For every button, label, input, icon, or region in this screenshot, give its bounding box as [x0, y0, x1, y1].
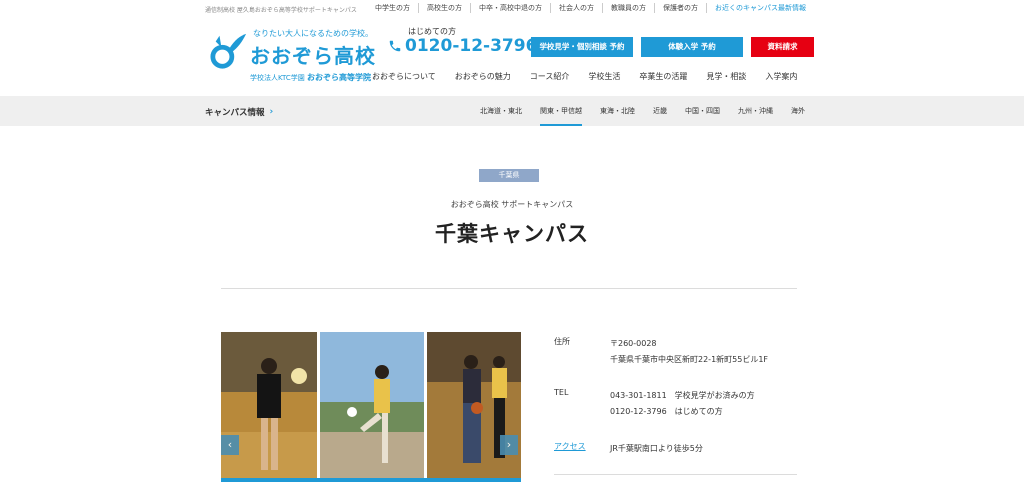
trial-enrollment-button[interactable]: 体験入学 予約	[641, 37, 743, 57]
logo-school-name: おおぞら高校	[250, 44, 376, 68]
info-divider	[554, 474, 797, 475]
tel-first-time: 0120-12-3796 はじめての方	[610, 407, 723, 416]
slider-next-button[interactable]: ›	[500, 435, 518, 455]
slider-progress-bar	[221, 478, 521, 482]
tel-existing: 043-301-1811 学校見学がお済みの方	[610, 391, 755, 400]
photo-soccer	[320, 332, 424, 478]
logo-subtitle: 学校法人KTC学園 おおぞら高等学院	[250, 72, 371, 83]
nav-about[interactable]: おおぞらについて	[372, 71, 436, 82]
region-tabs: 北海道・東北 関東・甲信越 東海・北陸 近畿 中国・四国 九州・沖縄 海外	[471, 96, 814, 126]
prefecture-badge: 千葉県	[479, 169, 539, 182]
region-tab-kinki[interactable]: 近畿	[644, 96, 676, 126]
section-divider	[221, 288, 797, 289]
chevron-right-icon: ›	[269, 107, 274, 117]
campus-subtitle: おおぞら高校 サポートキャンパス	[450, 200, 574, 209]
phone-number-link[interactable]: 0120-12-3796	[388, 36, 537, 56]
logo-mark-icon	[210, 33, 247, 69]
visit-consultation-button[interactable]: 学校見学・個別相談 予約	[531, 37, 633, 57]
tel-label: TEL	[554, 388, 569, 397]
audience-link-dropout[interactable]: 中卒・高校中退の方	[470, 3, 550, 13]
audience-link-junior-high[interactable]: 中学生の方	[367, 3, 418, 13]
address-text: 千葉県千葉市中央区新町22-1新町55ビル1F	[610, 355, 769, 364]
audience-link-teacher[interactable]: 教職員の方	[602, 3, 654, 13]
phone-number: 0120-12-3796	[405, 36, 538, 56]
nav-appeal[interactable]: おおぞらの魅力	[455, 71, 511, 82]
request-brochure-button[interactable]: 資料請求	[751, 37, 814, 57]
nav-admission[interactable]: 入学案内	[765, 71, 797, 82]
audience-link-parent[interactable]: 保護者の方	[654, 3, 706, 13]
site-tagline: 通信制高校 屋久島おおぞら高等学校サポートキャンパス	[205, 7, 357, 14]
region-tab-chugoku-shikoku[interactable]: 中国・四国	[676, 96, 729, 126]
access-link[interactable]: アクセス	[554, 441, 586, 452]
top-utility-bar: 通信制高校 屋久島おおぞら高等学校サポートキャンパス 中学生の方 高校生の方 中…	[0, 0, 1024, 18]
logo-slogan: なりたい大人になるための学校。	[253, 29, 373, 38]
photo-basketball	[427, 332, 521, 478]
nav-visit[interactable]: 見学・相談	[706, 71, 746, 82]
nav-school-life[interactable]: 学校生活	[588, 71, 620, 82]
phone-icon	[389, 40, 401, 52]
main-nav: おおぞらについて おおぞらの魅力 コース紹介 学校生活 卒業生の活躍 見学・相談…	[372, 71, 816, 82]
campus-news-link[interactable]: お近くのキャンパス最新情報	[706, 3, 814, 13]
region-tab-hokkaido-tohoku[interactable]: 北海道・東北	[471, 96, 531, 126]
campus-info-label: キャンパス情報	[205, 108, 265, 118]
postal-code: 〒260-0028	[610, 339, 657, 348]
address-label: 住所	[554, 337, 570, 346]
page-title: 千葉キャンパス	[435, 222, 589, 246]
nav-courses[interactable]: コース紹介	[530, 71, 570, 82]
region-tab-overseas[interactable]: 海外	[782, 96, 814, 126]
audience-link-high-school[interactable]: 高校生の方	[418, 3, 470, 13]
logo-subtitle-prefix: 学校法人KTC学園	[250, 74, 305, 82]
campus-info-link[interactable]: キャンパス情報 ›	[205, 106, 273, 118]
site-header: なりたい大人になるための学校。 おおぞら高校 学校法人KTC学園 おおぞら高等学…	[0, 18, 1024, 96]
address-value: 〒260-0028 千葉県千葉市中央区新町22-1新町55ビル1F	[610, 336, 768, 368]
region-tab-kyushu-okinawa[interactable]: 九州・沖縄	[729, 96, 782, 126]
region-tab-tokai-hokuriku[interactable]: 東海・北陸	[591, 96, 644, 126]
campus-photo-slider[interactable]: ‹ ›	[221, 332, 521, 482]
campus-nav-bar: キャンパス情報 › 北海道・東北 関東・甲信越 東海・北陸 近畿 中国・四国 九…	[0, 96, 1024, 126]
tel-value: 043-301-1811 学校見学がお済みの方 0120-12-3796 はじめ…	[610, 388, 755, 420]
site-logo[interactable]: なりたい大人になるための学校。 おおぞら高校 学校法人KTC学園 おおぞら高等学…	[210, 26, 375, 82]
photo-volleyball	[221, 332, 317, 478]
nav-graduates[interactable]: 卒業生の活躍	[639, 71, 687, 82]
logo-subtitle-name: おおぞら高等学院	[307, 73, 372, 82]
slider-prev-button[interactable]: ‹	[221, 435, 239, 455]
audience-links: 中学生の方 高校生の方 中卒・高校中退の方 社会人の方 教職員の方 保護者の方 …	[367, 3, 814, 13]
access-value: JR千葉駅南口より徒歩5分	[610, 444, 703, 453]
audience-link-adult[interactable]: 社会人の方	[550, 3, 602, 13]
region-tab-kanto-koshinetsu[interactable]: 関東・甲信越	[531, 96, 591, 126]
